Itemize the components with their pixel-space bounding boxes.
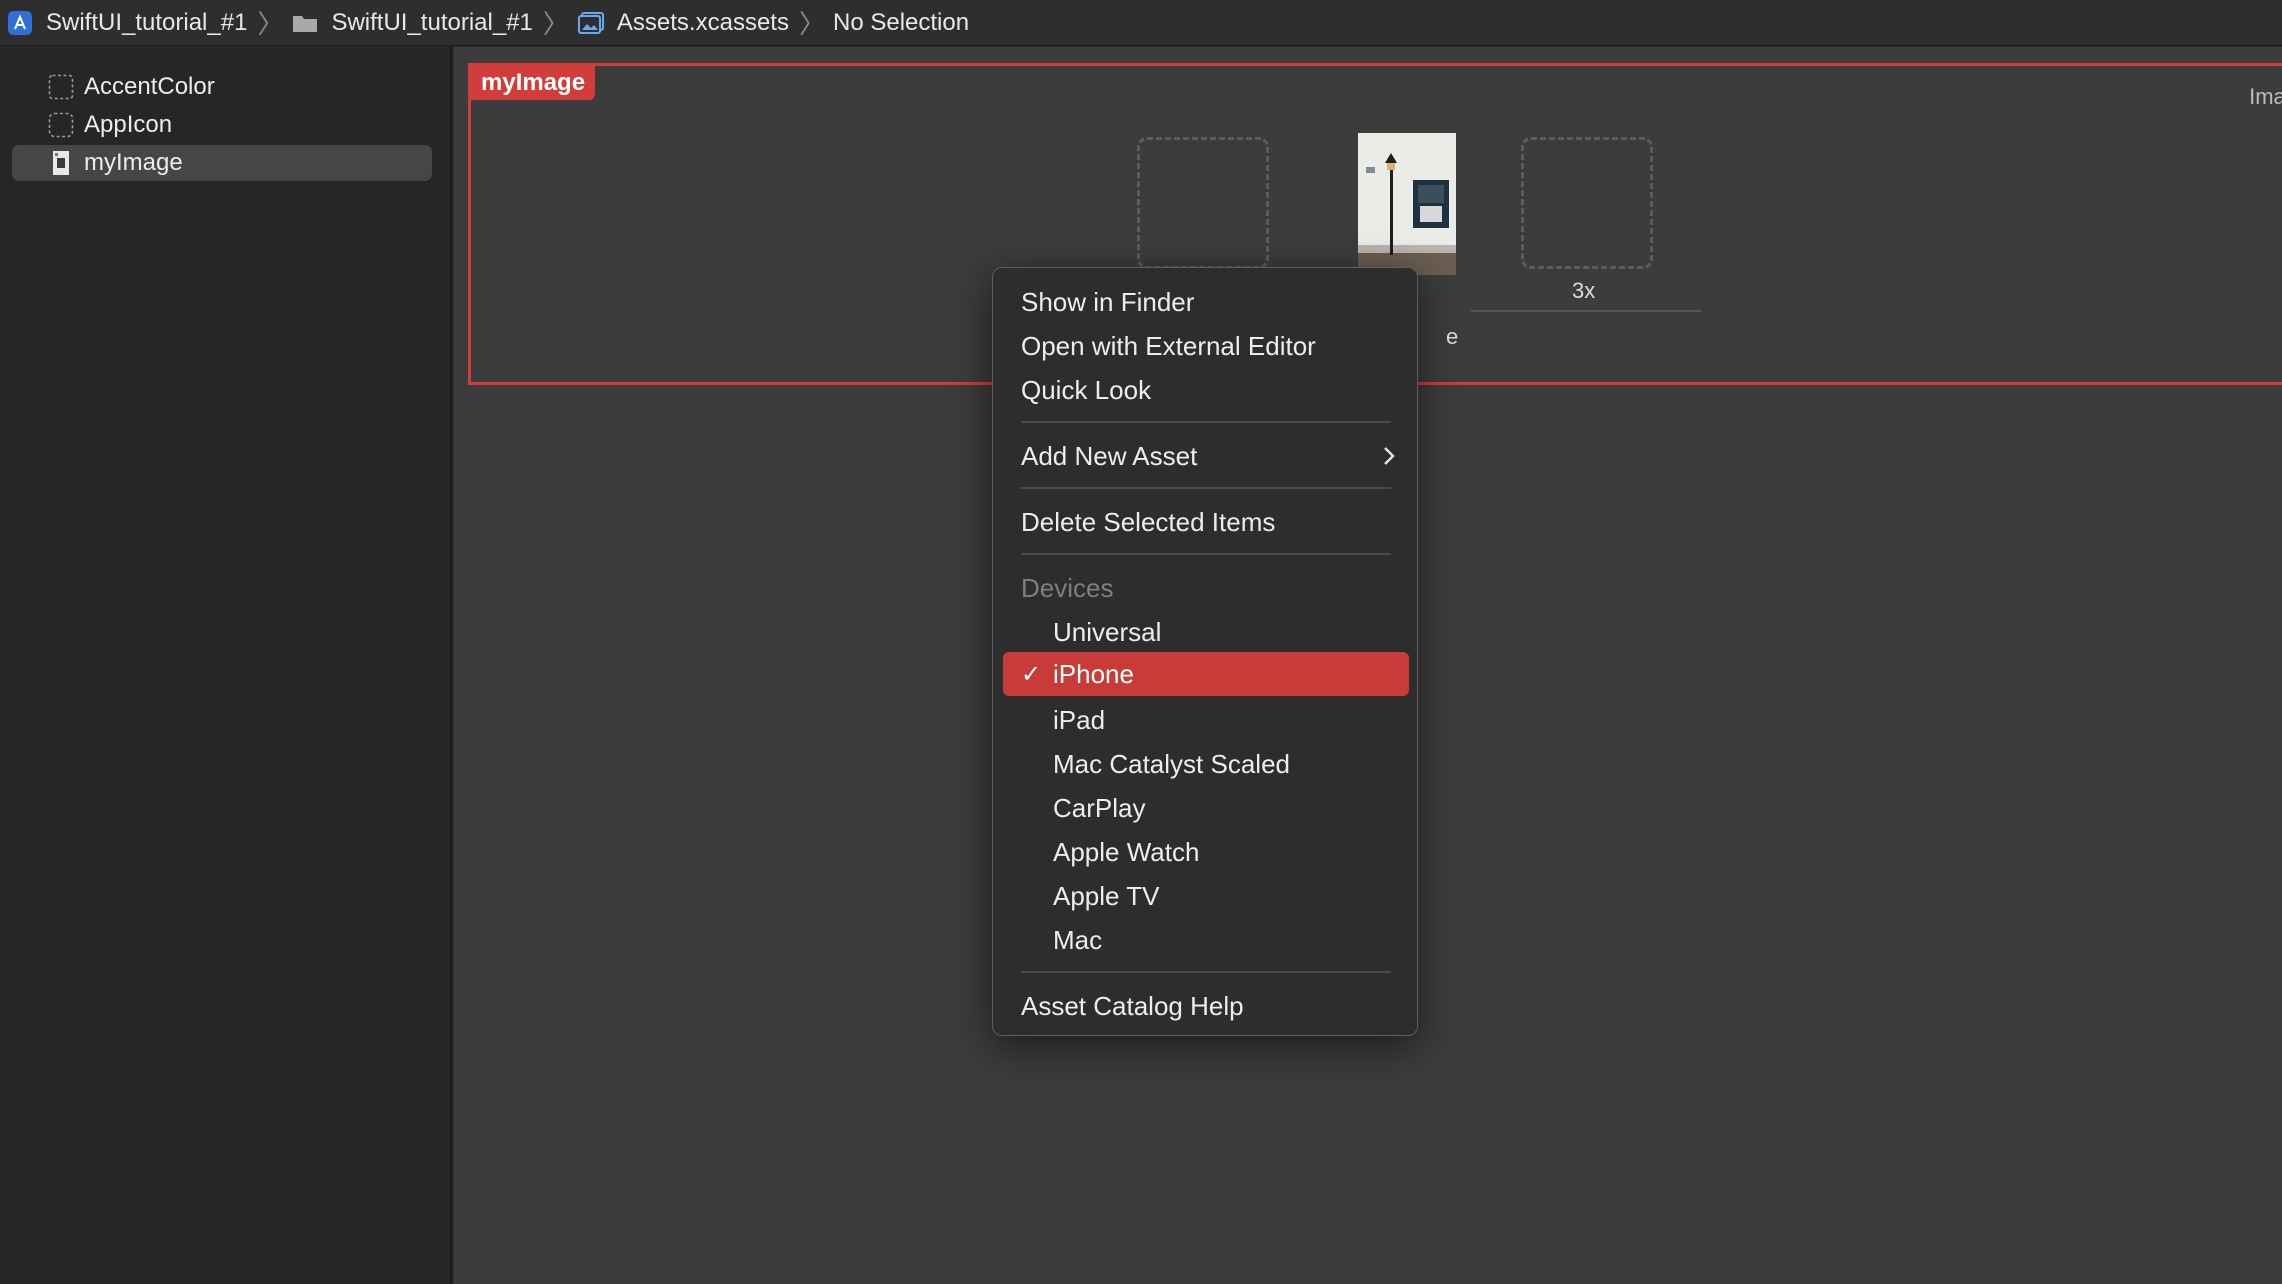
menu-item-device-carplay[interactable]: CarPlay bbox=[993, 786, 1419, 830]
menu-separator bbox=[1021, 553, 1391, 555]
menu-item-device-ipad[interactable]: iPad bbox=[993, 698, 1419, 742]
xcode-project-icon bbox=[6, 9, 34, 37]
menu-item-device-apple-watch[interactable]: Apple Watch bbox=[993, 830, 1419, 874]
sidebar-item-myimage[interactable]: myImage bbox=[12, 145, 432, 181]
breadcrumb-catalog[interactable]: Assets.xcassets bbox=[577, 9, 789, 37]
sidebar-item-accentcolor[interactable]: AccentColor bbox=[12, 69, 432, 105]
menu-item-open-external-editor[interactable]: Open with External Editor bbox=[993, 324, 1419, 368]
menu-item-device-mac[interactable]: Mac bbox=[993, 918, 1419, 962]
chevron-right-icon: 〉 bbox=[798, 9, 825, 39]
image-thumbnail bbox=[1358, 133, 1456, 275]
image-slot-2x[interactable] bbox=[1358, 133, 1456, 275]
slot-divider bbox=[1471, 310, 1701, 312]
slot-3x-label: 3x bbox=[1572, 278, 1596, 303]
chevron-right-icon: 〉 bbox=[542, 9, 569, 39]
color-set-icon bbox=[48, 74, 74, 100]
breadcrumb-selection[interactable]: No Selection bbox=[833, 9, 969, 37]
breadcrumb-catalog-label: Assets.xcassets bbox=[616, 8, 789, 36]
menu-item-device-mac-catalyst[interactable]: Mac Catalyst Scaled bbox=[993, 742, 1419, 786]
menu-item-show-in-finder[interactable]: Show in Finder bbox=[993, 280, 1419, 324]
menu-item-add-new-asset[interactable]: Add New Asset bbox=[993, 434, 1419, 478]
chevron-right-icon: 〉 bbox=[257, 9, 284, 39]
breadcrumb-folder-label: SwiftUI_tutorial_#1 bbox=[331, 8, 533, 36]
sidebar-item-label: AppIcon bbox=[84, 111, 173, 138]
chevron-right-icon bbox=[1383, 434, 1395, 478]
image-set-icon bbox=[48, 150, 74, 176]
sidebar-item-label: myImage bbox=[84, 149, 183, 176]
menu-item-label: Add New Asset bbox=[1021, 440, 1198, 471]
menu-item-device-universal[interactable]: Universal bbox=[993, 610, 1419, 654]
menu-item-label: iPhone bbox=[1053, 658, 1134, 689]
menu-separator bbox=[1021, 487, 1391, 489]
menu-item-device-apple-tv[interactable]: Apple TV bbox=[993, 874, 1419, 918]
menu-separator bbox=[1021, 971, 1391, 973]
menu-header-devices: Devices bbox=[1021, 572, 1114, 603]
menu-item-asset-catalog-help[interactable]: Asset Catalog Help bbox=[993, 984, 1419, 1028]
breadcrumb-selection-label: No Selection bbox=[832, 8, 970, 36]
image-slot-3x[interactable] bbox=[1521, 137, 1653, 269]
breadcrumb: SwiftUI_tutorial_#1 〉 SwiftUI_tutorial_#… bbox=[0, 0, 2282, 46]
sidebar-item-appicon[interactable]: AppIcon bbox=[12, 107, 432, 143]
menu-item-delete-selected[interactable]: Delete Selected Items bbox=[993, 500, 1419, 544]
menu-item-device-iphone[interactable]: ✓ iPhone bbox=[1003, 652, 1409, 696]
sidebar-item-label: AccentColor bbox=[84, 73, 215, 100]
menu-separator bbox=[1021, 421, 1391, 423]
context-menu: Show in Finder Open with External Editor… bbox=[992, 267, 1418, 1036]
folder-icon bbox=[291, 9, 319, 37]
image-set-label: e bbox=[1446, 324, 1459, 349]
breadcrumb-project[interactable]: SwiftUI_tutorial_#1 bbox=[6, 9, 247, 37]
asset-catalog-icon bbox=[577, 9, 605, 37]
asset-sidebar: AccentColor AppIcon myImage bbox=[0, 47, 452, 1284]
checkmark-icon: ✓ bbox=[1021, 660, 1042, 688]
breadcrumb-folder[interactable]: SwiftUI_tutorial_#1 bbox=[291, 8, 533, 37]
asset-name-tag: myImage bbox=[471, 66, 596, 100]
attributes-label: Imag bbox=[2249, 84, 2282, 109]
breadcrumb-project-label: SwiftUI_tutorial_#1 bbox=[46, 8, 248, 36]
app-icon-set-icon bbox=[48, 112, 74, 138]
menu-item-quick-look[interactable]: Quick Look bbox=[993, 368, 1419, 412]
image-slot-1x[interactable] bbox=[1137, 137, 1269, 269]
